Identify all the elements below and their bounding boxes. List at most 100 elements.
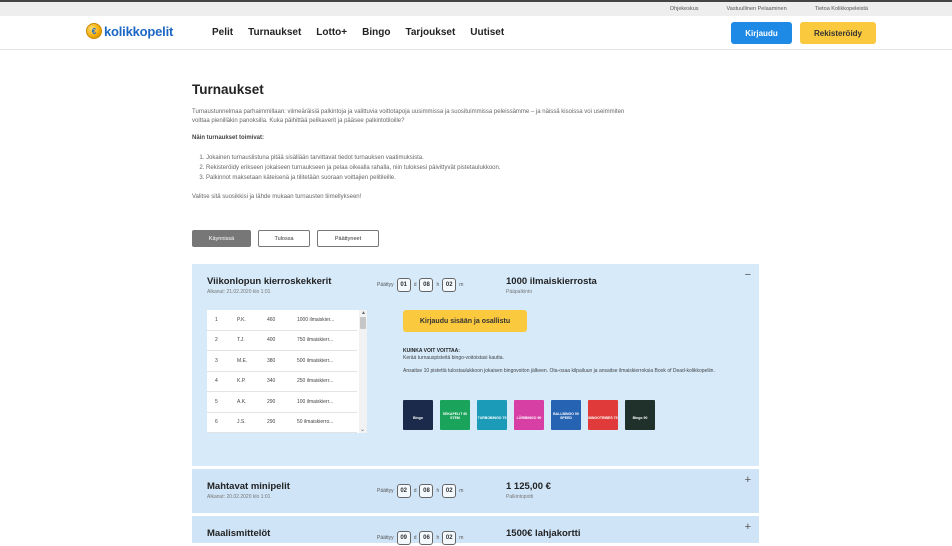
- scroll-down-icon[interactable]: ⌄: [360, 426, 365, 433]
- timer-minutes: 02: [442, 531, 457, 545]
- timer-days: 01: [396, 278, 411, 292]
- nav-tournaments[interactable]: Turnaukset: [248, 27, 301, 38]
- scrollbar-thumb[interactable]: [360, 317, 366, 329]
- points: 290: [267, 419, 276, 426]
- tab-ended[interactable]: Päättyneet: [317, 230, 379, 247]
- how-to-win-text: Kerää turnauspisteitä bingo-voitoistasi …: [403, 355, 504, 361]
- step-item: Palkinnot maksetaan käteisenä ja tilitet…: [206, 173, 632, 183]
- join-button[interactable]: Kirjaudu sisään ja osallistu: [403, 310, 527, 332]
- login-button[interactable]: Kirjaudu: [731, 22, 792, 44]
- site-logo[interactable]: € kolikkopelit: [86, 23, 173, 39]
- responsible-gaming-link[interactable]: Vastuullinen Pelaaminen: [727, 6, 787, 12]
- expand-icon[interactable]: +: [745, 521, 751, 533]
- row-prize: 50 ilmaiskierro...: [297, 419, 334, 426]
- points: 380: [267, 357, 276, 364]
- player: J.S.: [237, 419, 246, 426]
- game-thumbnail[interactable]: BINGOTRIBES 75: [588, 400, 618, 430]
- nav-news[interactable]: Uutiset: [470, 27, 504, 38]
- coin-logo-icon: €: [86, 23, 102, 39]
- tournament-title: Mahtavat minipelit: [207, 481, 290, 492]
- nav-bingo[interactable]: Bingo: [362, 27, 390, 38]
- register-button[interactable]: Rekisteröidy: [800, 22, 876, 44]
- timer-minutes: 02: [442, 278, 457, 292]
- ends-label: Päättyy: [377, 282, 394, 288]
- row-prize: 750 ilmaiskierr...: [297, 337, 334, 344]
- help-center-link[interactable]: Ohjekeskus: [670, 6, 699, 12]
- table-row: 6 J.S. 290 50 ilmaiskierro...: [207, 413, 357, 433]
- row-prize: 500 ilmaiskierr...: [297, 357, 334, 364]
- timer-days: 02: [396, 484, 411, 498]
- points: 340: [267, 378, 276, 385]
- timer-unit: d: [413, 535, 417, 541]
- table-row: 3 M.E. 380 500 ilmaiskierr...: [207, 351, 357, 372]
- step-item: Jokainen turnauslistuna pitää sisällään …: [206, 153, 632, 163]
- game-thumbnail[interactable]: TURBOBINGO 75: [477, 400, 507, 430]
- game-thumbnail[interactable]: Bingo 90: [625, 400, 655, 430]
- timer-unit: h: [436, 282, 440, 288]
- tournament-prize: 1000 ilmaiskierrosta: [506, 276, 597, 287]
- collapse-icon[interactable]: −: [745, 269, 751, 281]
- timer-hours: 08: [419, 484, 434, 498]
- tournament-card[interactable]: Mahtavat minipelit Alkanut: 20.02.2020 k…: [192, 469, 759, 516]
- player: M.E.: [237, 357, 248, 364]
- nav-lotto[interactable]: Lotto+: [316, 27, 347, 38]
- table-row: 4 K.P. 340 250 ilmaiskierr...: [207, 372, 357, 392]
- ends-label: Päättyy: [377, 535, 394, 541]
- game-thumbnail[interactable]: Bingo: [403, 400, 433, 430]
- tournament-card[interactable]: Maalismittelöt Päättyy 09 d 06 h 02 m 15…: [192, 516, 759, 546]
- game-thumbnails: Bingo SEKAPELIT 60 STEM TURBOBINGO 75 LÖ…: [403, 400, 655, 430]
- steps-list: Jokainen turnauslistuna pitää sisällään …: [192, 153, 632, 183]
- main-nav: Pelit Turnaukset Lotto+ Bingo Tarjoukset…: [212, 27, 504, 38]
- table-row: 2 T.J. 400 750 ilmaiskierr...: [207, 331, 357, 351]
- tournament-card: Viikonlopun kierroskekkerit Alkanut: 21.…: [192, 264, 759, 469]
- points: 290: [267, 398, 276, 405]
- expand-icon[interactable]: +: [745, 474, 751, 486]
- timer-unit: h: [436, 535, 440, 541]
- points: 400: [267, 337, 276, 344]
- game-thumbnail[interactable]: SEKAPELIT 60 STEM: [440, 400, 470, 430]
- how-to-win-title: KUINKA VOIT VOITTAA:: [403, 348, 460, 354]
- utility-bar: Ohjekeskus Vastuullinen Pelaaminen Tieto…: [0, 0, 952, 16]
- timer-unit: m: [459, 488, 464, 494]
- timer-unit: m: [459, 535, 464, 541]
- game-thumbnail[interactable]: LÖRIBINGO 90: [514, 400, 544, 430]
- how-to-win-detail: Ansaitse 10 pistettä tulostaulukkoon jok…: [403, 368, 715, 374]
- points: 460: [267, 316, 276, 323]
- tab-upcoming[interactable]: Tulossa: [258, 230, 310, 247]
- tab-ongoing[interactable]: Käynnissä: [192, 230, 251, 247]
- timer-minutes: 02: [442, 484, 457, 498]
- intro-text: Turnaustunnelmaa parhaimmillaan: viimeär…: [192, 109, 625, 124]
- about-link[interactable]: Tietoa Kolikkopeleistä: [815, 6, 868, 12]
- table-row: 5 A.K. 290 100 ilmaiskierr...: [207, 392, 357, 413]
- timer-unit: m: [459, 282, 464, 288]
- prize-label: Pääpalkinto: [506, 289, 533, 295]
- timer-unit: d: [413, 488, 417, 494]
- rank: 4: [215, 378, 218, 385]
- rank: 3: [215, 357, 218, 364]
- howto-title: Näin turnaukset toimivat:: [192, 135, 265, 141]
- tournament-tabs: Käynnissä Tulossa Päättyneet: [192, 230, 379, 247]
- row-prize: 250 ilmaiskierr...: [297, 378, 334, 385]
- tournament-start: Alkanut: 21.02.2020 klo 1:01: [207, 289, 271, 295]
- page-title: Turnaukset: [192, 82, 264, 97]
- row-prize: 100 ilmaiskierr...: [297, 398, 334, 405]
- outro-text: Valitse sitä suosikkisi ja lähde mukaan …: [192, 194, 362, 200]
- tournament-title: Maalismittelöt: [207, 528, 271, 539]
- timer-unit: d: [413, 282, 417, 288]
- nav-offers[interactable]: Tarjoukset: [405, 27, 455, 38]
- game-thumbnail[interactable]: BALLBINGO 90 SPEED: [551, 400, 581, 430]
- player: K.P.: [237, 378, 246, 385]
- table-row: 1 P.K. 460 1000 ilmaiskier...: [207, 310, 357, 331]
- rank: 6: [215, 419, 218, 426]
- page-intro: Turnaukset Turnaustunnelmaa parhaimmilla…: [192, 82, 632, 202]
- prize-label: Palkintopotti: [506, 494, 534, 500]
- player: P.K.: [237, 316, 246, 323]
- nav-games[interactable]: Pelit: [212, 27, 233, 38]
- scroll-up-icon[interactable]: ▲: [361, 310, 366, 316]
- step-item: Rekisteröidy erikseen jokaiseen turnauks…: [206, 163, 632, 173]
- ends-label: Päättyy: [377, 488, 394, 494]
- timer-days: 09: [396, 531, 411, 545]
- player: A.K.: [237, 398, 247, 405]
- tournament-prize: 1500€ lahjakortti: [506, 528, 581, 539]
- leaderboard-scrollbar[interactable]: ▲ ⌄: [359, 310, 367, 433]
